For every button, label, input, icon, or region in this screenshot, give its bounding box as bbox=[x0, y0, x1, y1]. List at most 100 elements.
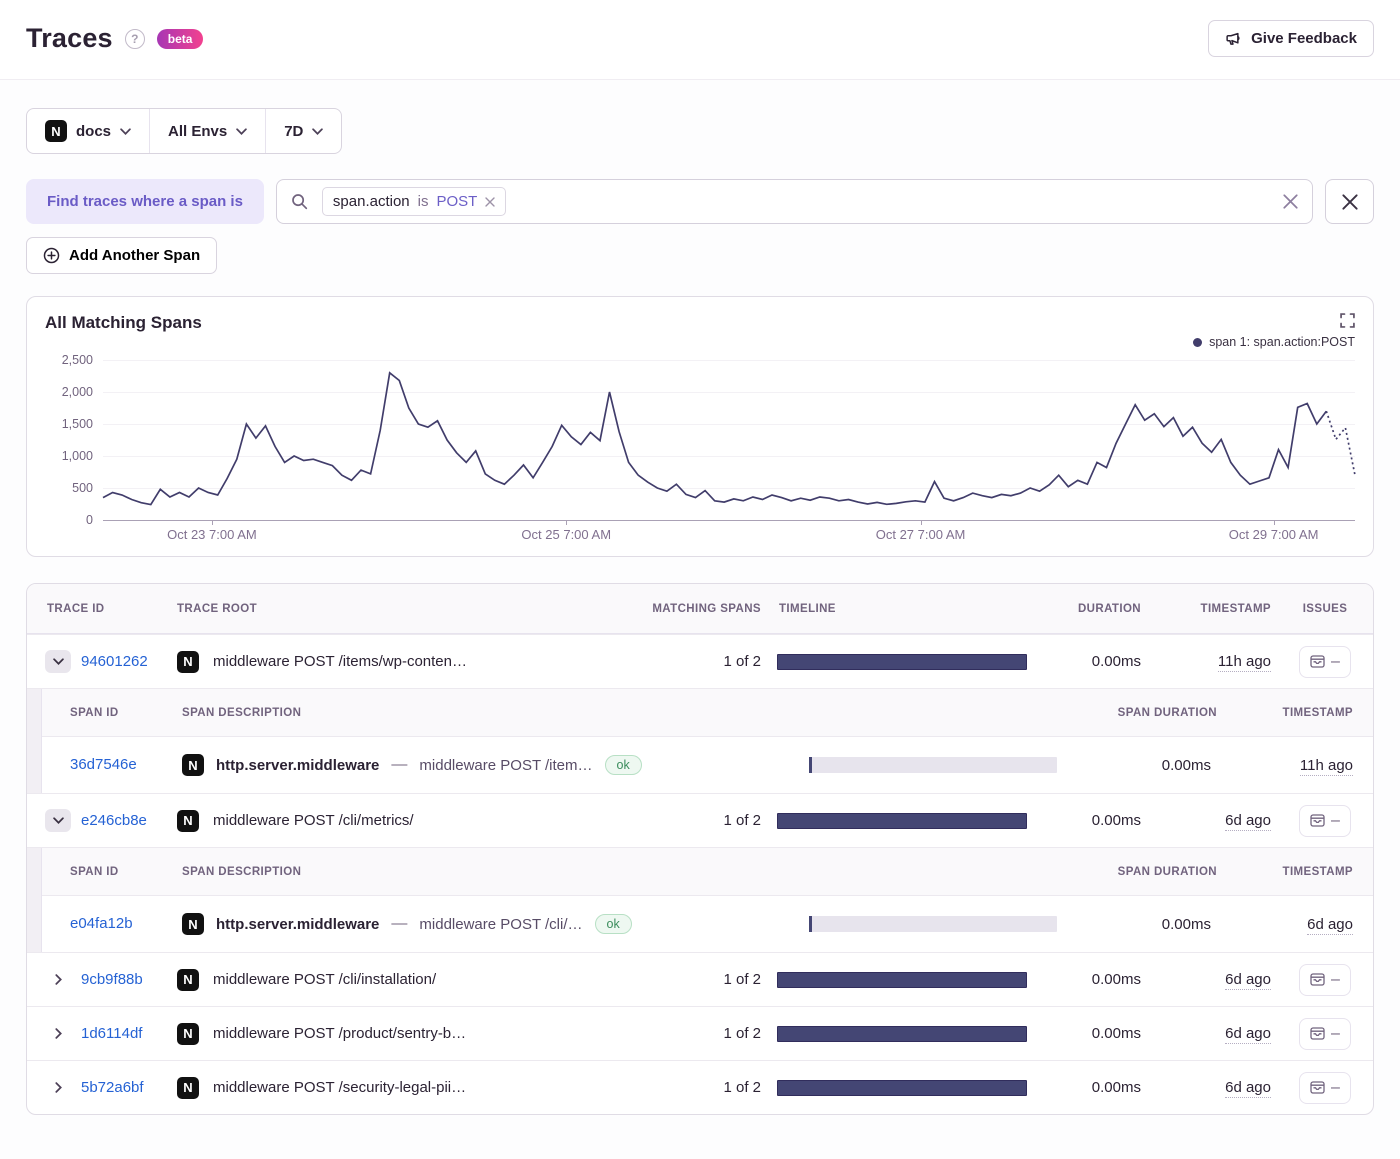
expand-trace-icon[interactable] bbox=[45, 1082, 71, 1093]
col-span-timestamp: Timestamp bbox=[1217, 866, 1359, 878]
clear-search-icon[interactable] bbox=[1283, 194, 1298, 209]
span-search-input[interactable]: span.action is POST bbox=[276, 179, 1313, 224]
environment-filter[interactable]: All Envs bbox=[149, 109, 265, 153]
all-matching-spans-panel: All Matching Spans span 1: span.action:P… bbox=[26, 296, 1374, 557]
trace-row: 1d6114df N middleware POST /product/sent… bbox=[27, 1006, 1373, 1060]
trace-timestamp[interactable]: 6d ago bbox=[1225, 971, 1271, 990]
span-sub-table: Span ID Span Description Span Duration T… bbox=[27, 688, 1373, 793]
trace-root-label: middleware POST /items/wp-conten… bbox=[213, 653, 467, 670]
trace-duration: 0.00ms bbox=[1037, 653, 1147, 670]
issues-icon bbox=[1310, 1081, 1325, 1094]
add-another-span-button[interactable]: Add Another Span bbox=[26, 237, 217, 274]
span-row: e04fa12b N http.server.middleware — midd… bbox=[42, 896, 1373, 952]
project-filter[interactable]: N docs bbox=[27, 109, 149, 153]
issues-button[interactable]: – bbox=[1299, 646, 1351, 678]
nextjs-icon: N bbox=[182, 913, 204, 935]
token-operator: is bbox=[418, 193, 429, 210]
col-span-description: Span Description bbox=[182, 707, 799, 719]
environment-filter-label: All Envs bbox=[168, 123, 227, 140]
trace-timeline-bar[interactable] bbox=[777, 972, 1027, 988]
expand-trace-icon[interactable] bbox=[45, 1028, 71, 1039]
trace-root-label: middleware POST /cli/metrics/ bbox=[213, 812, 414, 829]
trace-id-link[interactable]: 1d6114df bbox=[81, 1025, 142, 1042]
span-timestamp[interactable]: 6d ago bbox=[1307, 916, 1353, 935]
trace-id-link[interactable]: 5b72a6bf bbox=[81, 1079, 144, 1096]
chart-x-axis: Oct 23 7:00 AMOct 25 7:00 AMOct 27 7:00 … bbox=[103, 520, 1355, 546]
search-icon bbox=[291, 193, 308, 210]
add-another-span-label: Add Another Span bbox=[69, 247, 200, 264]
trace-timestamp[interactable]: 11h ago bbox=[1218, 653, 1271, 672]
nextjs-icon: N bbox=[177, 1077, 199, 1099]
issues-button[interactable]: – bbox=[1299, 1018, 1351, 1050]
trace-root-label: middleware POST /security-legal-pii… bbox=[213, 1079, 466, 1096]
separator: — bbox=[391, 915, 407, 933]
chart-plot[interactable]: 05001,0001,5002,0002,500 bbox=[103, 356, 1355, 520]
span-status-badge: ok bbox=[605, 755, 642, 775]
remove-span-query-button[interactable] bbox=[1325, 179, 1374, 224]
issues-count-dash: – bbox=[1331, 1025, 1340, 1043]
y-axis-tick-label: 2,500 bbox=[62, 353, 93, 367]
search-filter-token[interactable]: span.action is POST bbox=[322, 187, 506, 216]
x-axis-tick-label: Oct 29 7:00 AM bbox=[1229, 527, 1319, 542]
plus-circle-icon bbox=[43, 247, 60, 264]
date-range-filter-label: 7D bbox=[284, 123, 303, 140]
trace-timeline-bar[interactable] bbox=[777, 1026, 1027, 1042]
nextjs-icon: N bbox=[45, 120, 67, 142]
issues-count-dash: – bbox=[1331, 653, 1340, 671]
separator: — bbox=[391, 756, 407, 774]
span-timeline-bar[interactable] bbox=[809, 916, 1057, 932]
issues-count-dash: – bbox=[1331, 971, 1340, 989]
issues-button[interactable]: – bbox=[1299, 1072, 1351, 1104]
x-axis-tick-label: Oct 23 7:00 AM bbox=[167, 527, 257, 542]
col-span-description: Span Description bbox=[182, 866, 799, 878]
nextjs-icon: N bbox=[177, 810, 199, 832]
span-id-link[interactable]: e04fa12b bbox=[70, 915, 133, 932]
project-filter-label: docs bbox=[76, 123, 111, 140]
chart-legend[interactable]: span 1: span.action:POST bbox=[45, 334, 1355, 350]
trace-timeline-bar[interactable] bbox=[777, 813, 1027, 829]
span-status-badge: ok bbox=[595, 914, 632, 934]
span-description-label: middleware POST /item… bbox=[419, 757, 592, 774]
y-axis-tick-label: 0 bbox=[86, 513, 93, 527]
issues-button[interactable]: – bbox=[1299, 964, 1351, 996]
trace-row: 94601262 N middleware POST /items/wp-con… bbox=[27, 634, 1373, 688]
issues-button[interactable]: – bbox=[1299, 805, 1351, 837]
issues-count-dash: – bbox=[1331, 812, 1340, 830]
trace-timeline-bar[interactable] bbox=[777, 1080, 1027, 1096]
trace-timestamp[interactable]: 6d ago bbox=[1225, 1079, 1271, 1098]
span-timeline-bar[interactable] bbox=[809, 757, 1057, 773]
col-duration: Duration bbox=[1037, 603, 1147, 615]
x-axis-tick-label: Oct 25 7:00 AM bbox=[521, 527, 611, 542]
trace-root-label: middleware POST /product/sentry-b… bbox=[213, 1025, 466, 1042]
expand-chart-icon[interactable] bbox=[1340, 313, 1355, 333]
trace-timeline-bar[interactable] bbox=[777, 654, 1027, 670]
trace-id-link[interactable]: 94601262 bbox=[81, 653, 148, 670]
give-feedback-button[interactable]: Give Feedback bbox=[1208, 20, 1374, 57]
chevron-down-icon bbox=[236, 128, 247, 135]
matching-spans-count: 1 of 2 bbox=[647, 1025, 767, 1042]
trace-root-label: middleware POST /cli/installation/ bbox=[213, 971, 436, 988]
col-span-id: Span ID bbox=[42, 707, 182, 719]
span-id-link[interactable]: 36d7546e bbox=[70, 756, 137, 773]
matching-spans-count: 1 of 2 bbox=[647, 1079, 767, 1096]
collapse-trace-icon[interactable] bbox=[45, 650, 71, 673]
trace-id-link[interactable]: 9cb9f88b bbox=[81, 971, 143, 988]
span-timestamp[interactable]: 11h ago bbox=[1300, 757, 1353, 776]
nextjs-icon: N bbox=[177, 651, 199, 673]
matching-spans-count: 1 of 2 bbox=[647, 653, 767, 670]
trace-row: e246cb8e N middleware POST /cli/metrics/… bbox=[27, 793, 1373, 847]
col-span-timestamp: Timestamp bbox=[1217, 707, 1359, 719]
trace-timestamp[interactable]: 6d ago bbox=[1225, 1025, 1271, 1044]
span-duration: 0.00ms bbox=[1067, 757, 1217, 774]
help-icon[interactable]: ? bbox=[125, 29, 145, 49]
issues-icon bbox=[1310, 973, 1325, 986]
trace-timestamp[interactable]: 6d ago bbox=[1225, 812, 1271, 831]
expand-trace-icon[interactable] bbox=[45, 974, 71, 985]
token-key: span.action bbox=[333, 193, 410, 210]
date-range-filter[interactable]: 7D bbox=[265, 109, 341, 153]
y-axis-tick-label: 1,000 bbox=[62, 449, 93, 463]
collapse-trace-icon[interactable] bbox=[45, 809, 71, 832]
remove-token-icon[interactable] bbox=[485, 197, 495, 207]
trace-id-link[interactable]: e246cb8e bbox=[81, 812, 147, 829]
col-issues: Issues bbox=[1277, 603, 1373, 615]
